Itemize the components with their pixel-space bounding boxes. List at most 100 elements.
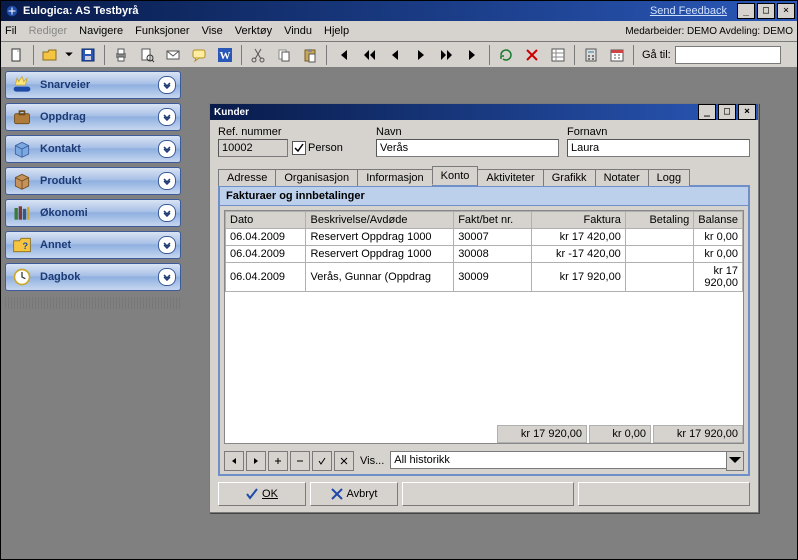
nav-add-icon[interactable] <box>268 451 288 471</box>
print-icon[interactable] <box>109 43 133 67</box>
tab-konto[interactable]: Konto <box>432 166 479 185</box>
menu-verktoy[interactable]: Verktøy <box>235 25 272 37</box>
close-button[interactable]: × <box>777 3 795 19</box>
ref-label: Ref. nummer <box>218 126 368 138</box>
tab-adresse[interactable]: Adresse <box>218 169 276 186</box>
save-icon[interactable] <box>76 43 100 67</box>
word-icon[interactable]: W <box>213 43 237 67</box>
chevron-down-icon <box>158 204 176 222</box>
next-page-icon[interactable] <box>435 43 459 67</box>
menu-navigere[interactable]: Navigere <box>79 25 123 37</box>
tab-logg[interactable]: Logg <box>648 169 690 186</box>
last-icon[interactable] <box>461 43 485 67</box>
sidebar-grip[interactable] <box>5 297 181 309</box>
box-icon <box>10 138 34 160</box>
tab-organisasjon[interactable]: Organisasjon <box>275 169 358 186</box>
child-close-button[interactable]: × <box>738 104 756 120</box>
menu-vise[interactable]: Vise <box>202 25 223 37</box>
menu-fil[interactable]: Fil <box>5 25 17 37</box>
col-fakt[interactable]: Faktura <box>532 212 626 229</box>
nav-cancel-icon[interactable] <box>334 451 354 471</box>
minimize-button[interactable]: _ <box>737 3 755 19</box>
ok-label: OK <box>262 488 278 500</box>
books-icon <box>10 202 34 224</box>
cell-besk: Reservert Oppdrag 1000 <box>306 246 454 263</box>
main-titlebar: Eulogica: AS Testbyrå Send Feedback _ □ … <box>1 1 797 21</box>
kunder-titlebar[interactable]: Kunder _ □ × <box>210 104 758 120</box>
sidebar-item-okonomi[interactable]: Økonomi <box>5 199 181 227</box>
blank-button-1[interactable] <box>402 482 574 506</box>
blank-button-2[interactable] <box>578 482 750 506</box>
send-feedback-link[interactable]: Send Feedback <box>650 5 727 17</box>
tab-informasjon[interactable]: Informasjon <box>357 169 432 186</box>
nav-prev-icon[interactable] <box>224 451 244 471</box>
sidebar-item-oppdrag[interactable]: Oppdrag <box>5 103 181 131</box>
nav-post-icon[interactable] <box>312 451 332 471</box>
col-besk[interactable]: Beskrivelse/Avdøde <box>306 212 454 229</box>
ok-button[interactable]: OK <box>218 482 306 506</box>
vis-label: Vis... <box>360 455 384 467</box>
tab-aktiviteter[interactable]: Aktiviteter <box>477 169 543 186</box>
new-icon[interactable] <box>5 43 29 67</box>
menu-hjelp[interactable]: Hjelp <box>324 25 349 37</box>
invoice-grid[interactable]: Dato Beskrivelse/Avdøde Fakt/bet nr. Fak… <box>225 211 743 292</box>
goto-input[interactable] <box>675 46 781 64</box>
calendar-icon[interactable] <box>605 43 629 67</box>
cell-bet <box>625 246 693 263</box>
sidebar-item-produkt[interactable]: Produkt <box>5 167 181 195</box>
menu-bar: Fil Rediger Navigere Funksjoner Vise Ver… <box>1 21 797 42</box>
table-row[interactable]: 06.04.2009 Reservert Oppdrag 1000 30008 … <box>226 246 743 263</box>
cell-nr: 30007 <box>454 229 532 246</box>
tab-notater[interactable]: Notater <box>595 169 649 186</box>
copy-icon[interactable] <box>272 43 296 67</box>
list-icon[interactable] <box>546 43 570 67</box>
sidebar-item-label: Kontakt <box>40 143 81 155</box>
person-checkbox[interactable]: Person <box>292 141 343 155</box>
sidebar-item-annet[interactable]: ? Annet <box>5 231 181 259</box>
next-icon[interactable] <box>409 43 433 67</box>
child-maximize-button[interactable]: □ <box>718 104 736 120</box>
table-row[interactable]: 06.04.2009 Verås, Gunnar (Oppdrag 30009 … <box>226 263 743 292</box>
col-bal[interactable]: Balanse <box>694 212 743 229</box>
cut-icon[interactable] <box>246 43 270 67</box>
sidebar-item-dagbok[interactable]: Dagbok <box>5 263 181 291</box>
menu-vindu[interactable]: Vindu <box>284 25 312 37</box>
chevron-down-icon <box>158 76 176 94</box>
open-icon[interactable] <box>38 43 62 67</box>
sidebar-item-snarveier[interactable]: Snarveier <box>5 71 181 99</box>
child-minimize-button[interactable]: _ <box>698 104 716 120</box>
ref-input[interactable] <box>218 139 288 157</box>
first-icon[interactable] <box>331 43 355 67</box>
refresh-icon[interactable] <box>494 43 518 67</box>
sms-icon[interactable] <box>187 43 211 67</box>
col-nr[interactable]: Fakt/bet nr. <box>454 212 532 229</box>
prev-icon[interactable] <box>383 43 407 67</box>
mail-icon[interactable] <box>161 43 185 67</box>
sidebar-item-kontakt[interactable]: Kontakt <box>5 135 181 163</box>
fornavn-input[interactable] <box>567 139 750 157</box>
nav-next-icon[interactable] <box>246 451 266 471</box>
tab-grafikk[interactable]: Grafikk <box>543 169 596 186</box>
print-preview-icon[interactable] <box>135 43 159 67</box>
table-row[interactable]: 06.04.2009 Reservert Oppdrag 1000 30007 … <box>226 229 743 246</box>
chevron-down-icon <box>158 172 176 190</box>
menu-rediger[interactable]: Rediger <box>29 25 68 37</box>
cell-bal: kr 0,00 <box>694 229 743 246</box>
menu-funksjoner[interactable]: Funksjoner <box>135 25 189 37</box>
vis-dropdown-icon[interactable] <box>726 451 744 471</box>
delete-icon[interactable] <box>520 43 544 67</box>
cancel-button[interactable]: Avbryt <box>310 482 398 506</box>
nav-remove-icon[interactable] <box>290 451 310 471</box>
col-dato[interactable]: Dato <box>226 212 306 229</box>
maximize-button[interactable]: □ <box>757 3 775 19</box>
calc-icon[interactable] <box>579 43 603 67</box>
navn-input[interactable] <box>376 139 559 157</box>
col-bet[interactable]: Betaling <box>625 212 693 229</box>
chevron-down-icon <box>158 108 176 126</box>
open-dropdown[interactable] <box>64 47 74 63</box>
vis-combo[interactable] <box>390 451 726 469</box>
sidebar-item-label: Produkt <box>40 175 82 187</box>
paste-icon[interactable] <box>298 43 322 67</box>
prev-page-icon[interactable] <box>357 43 381 67</box>
person-label: Person <box>308 142 343 154</box>
